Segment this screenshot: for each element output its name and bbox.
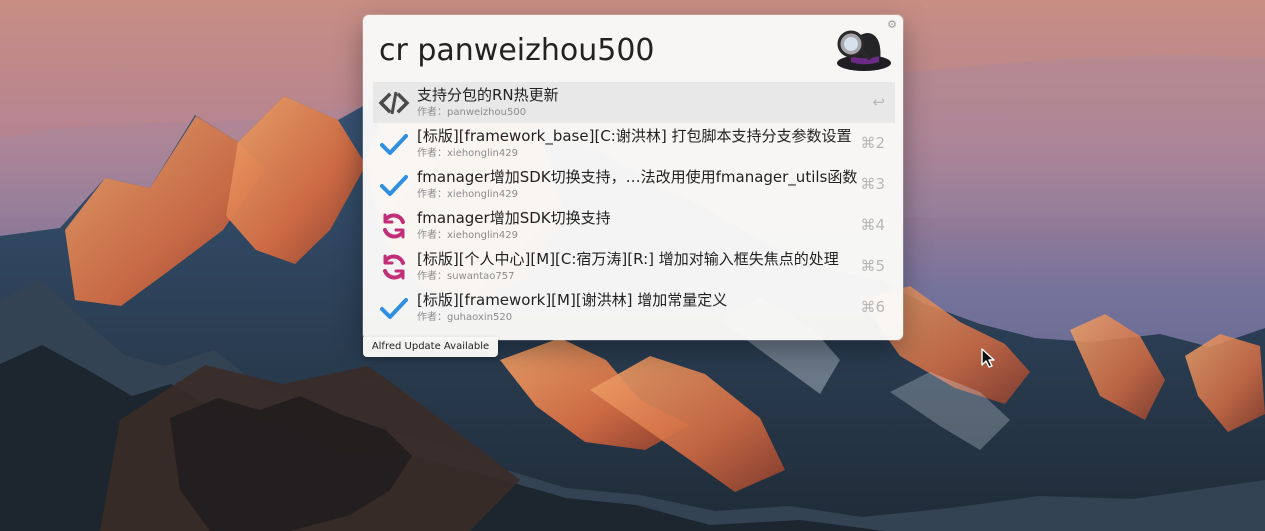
result-subtitle: 作者：xiehonglin429 <box>417 148 518 159</box>
result-row-2[interactable]: [标版][framework_base][C:谢洪林] 打包脚本支持分支参数设置… <box>373 123 895 164</box>
command-shortcut: ⌘6 <box>860 298 885 316</box>
command-shortcut: ⌘4 <box>860 216 885 234</box>
result-subtitle: 作者：xiehonglin429 <box>417 189 518 200</box>
search-input[interactable] <box>379 32 809 70</box>
result-row-1[interactable]: 支持分包的RN热更新 作者：panweizhou500 ↩ <box>373 82 895 123</box>
mouse-cursor-icon <box>981 348 995 368</box>
checkmark-icon <box>380 134 408 155</box>
checkmark-icon <box>380 175 408 196</box>
command-shortcut: ⌘3 <box>860 175 885 193</box>
command-shortcut: ⌘2 <box>860 134 885 152</box>
results-list: 支持分包的RN热更新 作者：panweizhou500 ↩ [标版][frame… <box>373 82 895 332</box>
result-row-3[interactable]: fmanager增加SDK切换支持，…法改用使用fmanager_utils函数… <box>373 164 895 205</box>
result-title: [标版][framework][M][谢洪林] 增加常量定义 <box>417 291 728 309</box>
search-bar: ⚙ <box>363 15 903 82</box>
refresh-icon <box>383 213 405 239</box>
result-row-5[interactable]: [标版][个人中心][M][C:宿万涛][R:] 增加对输入框失焦点的处理 作者… <box>373 246 895 287</box>
command-shortcut: ⌘5 <box>860 257 885 275</box>
return-icon: ↩ <box>872 93 885 111</box>
update-available-badge[interactable]: Alfred Update Available <box>363 337 498 357</box>
alfred-window: ⚙ 支持分包的RN热更新 作者：panweizhou500 ↩ [标版][ <box>363 15 903 340</box>
result-subtitle: 作者：panweizhou500 <box>417 107 527 118</box>
checkmark-icon <box>380 298 408 319</box>
result-title: fmanager增加SDK切换支持 <box>417 209 611 227</box>
result-title: [标版][framework_base][C:谢洪林] 打包脚本支持分支参数设置 <box>417 127 852 145</box>
result-subtitle: 作者：guhaoxin520 <box>417 312 513 323</box>
result-row-4[interactable]: fmanager增加SDK切换支持 作者：xiehonglin429 ⌘4 <box>373 205 895 246</box>
alfred-hat-icon <box>837 30 891 71</box>
result-subtitle: 作者：xiehonglin429 <box>417 230 518 241</box>
result-title: [标版][个人中心][M][C:宿万涛][R:] 增加对输入框失焦点的处理 <box>417 250 839 268</box>
result-subtitle: 作者：suwantao757 <box>417 271 515 282</box>
result-title: 支持分包的RN热更新 <box>417 86 559 104</box>
result-row-6[interactable]: [标版][framework][M][谢洪林] 增加常量定义 作者：guhaox… <box>373 287 895 328</box>
refresh-icon <box>383 254 405 280</box>
code-icon <box>378 91 410 115</box>
result-title: fmanager增加SDK切换支持，…法改用使用fmanager_utils函数 <box>417 168 857 186</box>
